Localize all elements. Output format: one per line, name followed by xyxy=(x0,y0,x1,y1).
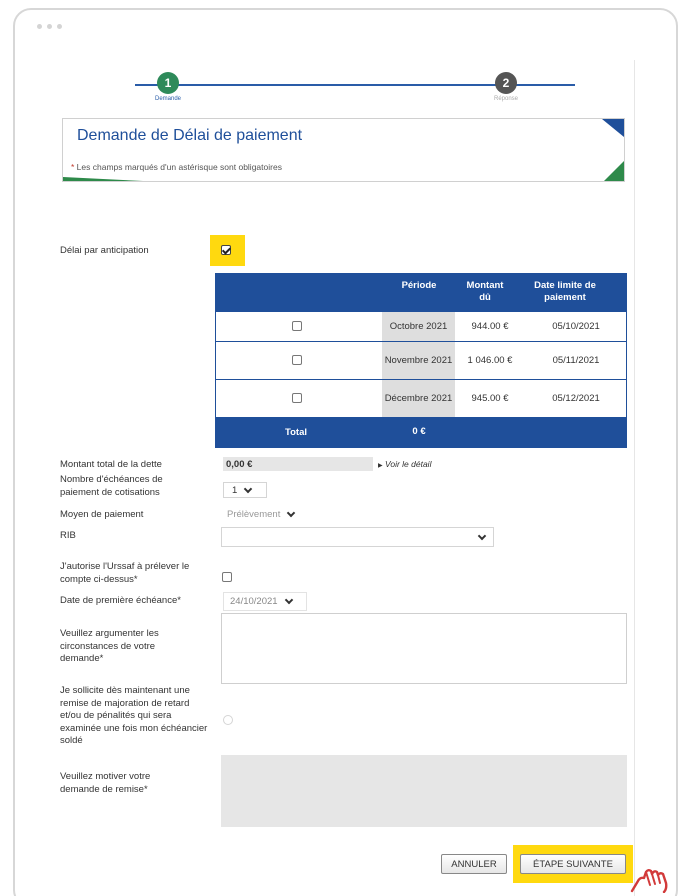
nb-echeances-value: 1 xyxy=(232,484,238,496)
nb-echeances-label: Nombre d'échéances de paiement de cotisa… xyxy=(60,474,163,498)
row-date: 05/11/2021 xyxy=(552,355,600,366)
table-row: Décembre 2021 945.00 € 05/12/2021 xyxy=(215,380,627,418)
voir-detail-link[interactable]: ▶ Voir le détail xyxy=(378,459,431,469)
caret-right-icon: ▶ xyxy=(378,463,383,469)
anticipation-checkbox[interactable] xyxy=(221,245,231,255)
moyen-paiement-label: Moyen de paiement xyxy=(60,509,144,520)
step-reponse: 2 Réponse xyxy=(466,72,546,102)
row-periode: Décembre 2021 xyxy=(382,380,455,417)
header-decoration-green-left xyxy=(63,177,143,181)
row-date: 05/10/2021 xyxy=(552,321,600,332)
window-controls xyxy=(37,24,62,29)
montant-total-label: Montant total de la dette xyxy=(60,459,162,470)
step-2-label: Réponse xyxy=(493,96,519,102)
autorise-label: J'autorise l'Urssaf à prélever le compte… xyxy=(60,561,190,585)
step-2-circle: 2 xyxy=(495,72,517,94)
argumenter-label: Veuillez argumenter les circonstances de… xyxy=(60,628,159,664)
col-date-limite: Date limite de paiement xyxy=(534,280,596,303)
motiver-label: Veuillez motiver votre demande de remise… xyxy=(60,771,151,795)
hand-cursor-icon xyxy=(630,869,668,893)
total-label: Total xyxy=(285,427,307,438)
chevron-down-icon xyxy=(244,484,253,493)
form-header: Demande de Délai de paiement * Les champ… xyxy=(62,118,625,182)
sollicite-label: Je sollicite dès maintenant une remise d… xyxy=(60,685,208,746)
annuler-button[interactable]: ANNULER xyxy=(441,854,507,874)
row-periode: Novembre 2021 xyxy=(382,342,455,379)
page-title: Demande de Délai de paiement xyxy=(77,127,303,144)
autorise-checkbox[interactable] xyxy=(222,572,232,582)
rib-select[interactable] xyxy=(221,527,494,547)
voir-detail-text: Voir le détail xyxy=(385,459,432,469)
moyen-paiement-value: Prélèvement xyxy=(227,508,281,520)
row-date: 05/12/2021 xyxy=(552,393,600,404)
form-page: 1 Demande 2 Réponse Demande de Délai de … xyxy=(45,60,635,896)
required-note-text: Les champs marqués d'un astérisque sont … xyxy=(74,162,282,172)
step-1-label: Demande xyxy=(154,96,181,102)
table-row: Novembre 2021 1 046.00 € 05/11/2021 xyxy=(215,342,627,380)
echeances-table: Période Montant dû Date limite de paieme… xyxy=(215,273,627,448)
motiver-textarea[interactable] xyxy=(221,755,627,827)
argumenter-textarea[interactable] xyxy=(221,613,627,684)
row-montant: 944.00 € xyxy=(471,321,509,332)
moyen-paiement-select[interactable]: Prélèvement xyxy=(227,507,327,521)
header-decoration-green xyxy=(604,161,624,181)
row-periode: Octobre 2021 xyxy=(382,312,455,341)
col-montant: Montant dû xyxy=(466,280,504,303)
step-demande: 1 Demande xyxy=(128,72,208,102)
row-checkbox[interactable] xyxy=(292,393,302,403)
row-montant: 1 046.00 € xyxy=(467,355,513,366)
required-note: * Les champs marqués d'un astérisque son… xyxy=(71,162,282,172)
chevron-down-icon xyxy=(477,531,487,540)
date-premiere-label: Date de première échéance* xyxy=(60,595,181,606)
date-premiere-value: 24/10/2021 xyxy=(230,596,278,607)
col-periode: Période xyxy=(401,280,437,291)
chevron-down-icon xyxy=(287,508,296,517)
row-checkbox[interactable] xyxy=(292,321,302,331)
montant-total-field: 0,00 € xyxy=(223,457,373,471)
step-1-circle: 1 xyxy=(157,72,179,94)
total-value: 0 € xyxy=(412,426,426,437)
date-premiere-select[interactable]: 24/10/2021 xyxy=(223,592,307,611)
rib-label: RIB xyxy=(60,530,76,541)
anticipation-label: Délai par anticipation xyxy=(60,245,149,256)
table-header: Période Montant dû Date limite de paieme… xyxy=(215,273,627,312)
sollicite-checkbox[interactable] xyxy=(223,715,233,725)
etape-suivante-button[interactable]: ÉTAPE SUIVANTE xyxy=(520,854,626,874)
nb-echeances-select[interactable]: 1 xyxy=(223,482,267,498)
row-checkbox[interactable] xyxy=(292,355,302,365)
chevron-down-icon xyxy=(284,595,293,605)
table-row: Octobre 2021 944.00 € 05/10/2021 xyxy=(215,312,627,342)
row-montant: 945.00 € xyxy=(471,393,509,404)
table-total-row: Total 0 € xyxy=(215,418,627,448)
header-decoration-blue xyxy=(602,119,624,137)
